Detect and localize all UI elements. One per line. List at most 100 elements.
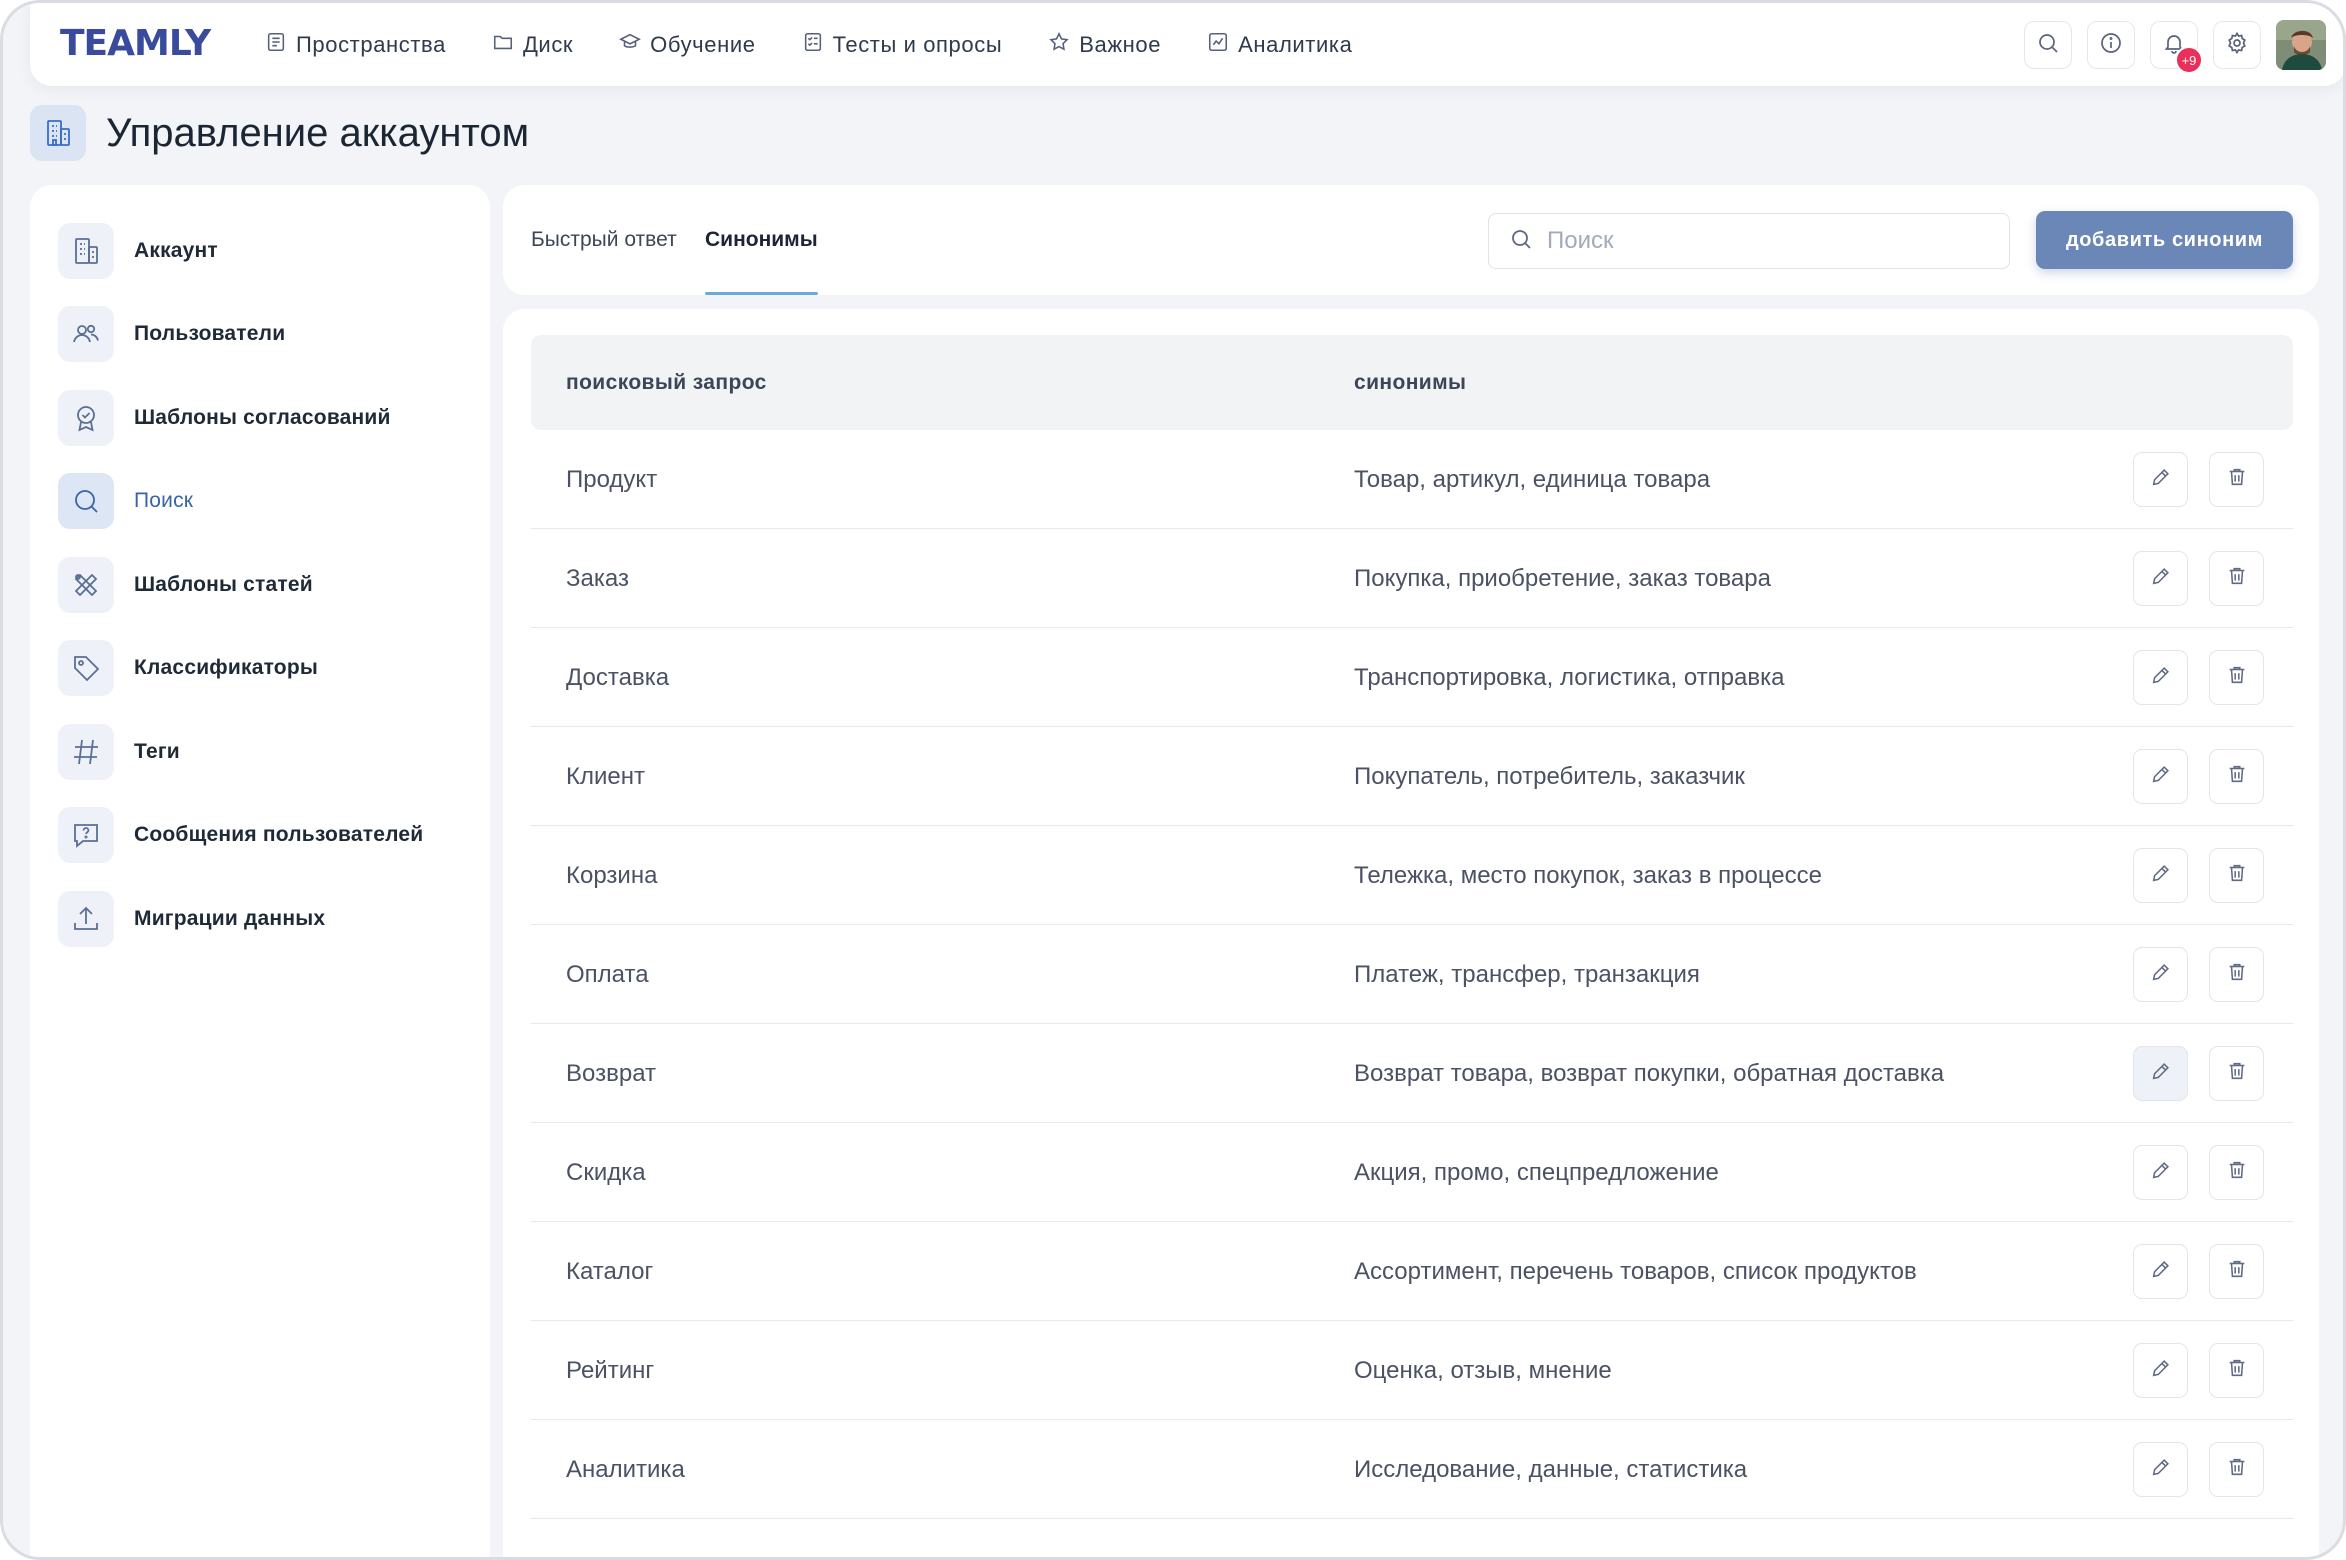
nav-item-disk[interactable]: Диск (492, 31, 573, 59)
search-icon (1509, 227, 1547, 256)
delete-button[interactable] (2209, 1442, 2264, 1497)
search-input[interactable] (1547, 227, 1967, 255)
tab-quick-answer[interactable]: Быстрый ответ (531, 185, 677, 295)
table-row[interactable]: Рейтинг Оценка, отзыв, мнение (531, 1321, 2293, 1420)
folder-icon (492, 31, 514, 59)
page-header: Управление аккаунтом (30, 105, 529, 161)
user-avatar[interactable] (2276, 20, 2326, 70)
synonyms-cell: Ассортимент, перечень товаров, список пр… (1354, 1257, 1917, 1285)
search-query-cell: Клиент (566, 762, 645, 790)
edit-button[interactable] (2133, 650, 2188, 705)
sidebar-item-users[interactable]: Пользователи (30, 293, 490, 377)
column-header-synonyms[interactable]: синонимы (1354, 335, 1466, 430)
sidebar-item-data-migrations[interactable]: Миграции данных (30, 877, 490, 961)
synonyms-cell: Исследование, данные, статистика (1354, 1455, 1748, 1483)
notifications-badge: +9 (2175, 46, 2203, 74)
trash-icon (2226, 1060, 2248, 1087)
nav-item-label: Обучение (650, 31, 756, 57)
search-query-cell: Заказ (566, 564, 629, 592)
pencil-icon (2150, 1159, 2172, 1186)
app-window: TEAMLY Пространства Диск Обучение Тесты … (0, 0, 2346, 1560)
edit-button[interactable] (2133, 848, 2188, 903)
notifications-button[interactable]: +9 (2150, 21, 2203, 74)
pencil-icon (2150, 1357, 2172, 1384)
synonyms-table-panel: поисковый запрос синонимы Продукт Товар, … (503, 309, 2319, 1557)
search-field[interactable] (1488, 213, 2010, 269)
sidebar-item-approval-templates[interactable]: Шаблоны согласований (30, 376, 490, 460)
table-row[interactable]: Корзина Тележка, место покупок, заказ в п… (531, 826, 2293, 925)
delete-button[interactable] (2209, 1145, 2264, 1200)
sidebar-item-article-templates[interactable]: Шаблоны статей (30, 543, 490, 627)
teamly-logo[interactable]: TEAMLY (60, 23, 211, 64)
sidebar-item-account[interactable]: Аккаунт (30, 209, 490, 293)
sidebar-item-label: Теги (134, 739, 180, 763)
edit-button[interactable] (2133, 551, 2188, 606)
nav-item-learning[interactable]: Обучение (619, 31, 755, 59)
info-button[interactable] (2087, 21, 2135, 69)
delete-button[interactable] (2209, 749, 2264, 804)
table-row[interactable]: Заказ Покупка, приобретение, заказ товара (531, 529, 2293, 628)
sidebar-item-search[interactable]: Поиск (30, 460, 490, 544)
settings-button[interactable] (2213, 21, 2261, 69)
delete-button[interactable] (2209, 650, 2264, 705)
synonyms-cell: Покупатель, потребитель, заказчик (1354, 762, 1745, 790)
graduation-cap-icon (619, 31, 642, 59)
sidebar-item-classifiers[interactable]: Классификаторы (30, 627, 490, 711)
delete-button[interactable] (2209, 551, 2264, 606)
edit-button[interactable] (2133, 749, 2188, 804)
delete-button[interactable] (2209, 947, 2264, 1002)
edit-button[interactable] (2133, 1442, 2188, 1497)
hashtag-icon (58, 723, 114, 780)
search-query-cell: Оплата (566, 960, 649, 988)
synonyms-cell: Возврат товара, возврат покупки, обратна… (1354, 1059, 1945, 1087)
column-header-query[interactable]: поисковый запрос (566, 335, 767, 430)
edit-button[interactable] (2133, 1244, 2188, 1299)
search-icon (2036, 31, 2060, 60)
delete-button[interactable] (2209, 1343, 2264, 1398)
table-row[interactable]: Каталог Ассортимент, перечень товаров, сп… (531, 1222, 2293, 1321)
edit-button[interactable] (2133, 1343, 2188, 1398)
nav-item-analytics[interactable]: Аналитика (1207, 31, 1352, 59)
table-row[interactable]: Клиент Покупатель, потребитель, заказчик (531, 727, 2293, 826)
sidebar-item-user-messages[interactable]: Сообщения пользователей (30, 794, 490, 878)
top-navigation: TEAMLY Пространства Диск Обучение Тесты … (30, 3, 2343, 86)
delete-button[interactable] (2209, 452, 2264, 507)
synonyms-cell: Платеж, трансфер, транзакция (1354, 960, 1700, 988)
search-query-cell: Скидка (566, 1158, 646, 1186)
synonyms-cell: Товар, артикул, единица товара (1354, 465, 1711, 493)
table-row[interactable]: Возврат Возврат товара, возврат покупки, … (531, 1024, 2293, 1123)
trash-icon (2226, 1159, 2248, 1186)
search-icon (58, 473, 114, 530)
nav-item-spaces[interactable]: Пространства (265, 31, 446, 59)
pencil-icon (2150, 763, 2172, 790)
delete-button[interactable] (2209, 1244, 2264, 1299)
trash-icon (2226, 565, 2248, 592)
nav-item-important[interactable]: Важное (1048, 31, 1161, 59)
edit-button[interactable] (2133, 947, 2188, 1002)
building-icon (30, 105, 86, 161)
add-synonym-button[interactable]: добавить синоним (2036, 211, 2293, 269)
trash-icon (2226, 961, 2248, 988)
search-query-cell: Возврат (566, 1059, 656, 1087)
table-body: Продукт Товар, артикул, единица товара Зак… (531, 430, 2293, 1519)
tab-synonyms[interactable]: Синонимы (705, 185, 818, 295)
edit-button[interactable] (2133, 1145, 2188, 1200)
delete-button[interactable] (2209, 1046, 2264, 1101)
synonyms-cell: Транспортировка, логистика, отправка (1354, 663, 1785, 691)
table-row[interactable]: Доставка Транспортировка, логистика, отпр… (531, 628, 2293, 727)
edit-button[interactable] (2133, 452, 2188, 507)
main-menu: Пространства Диск Обучение Тесты и опрос… (265, 3, 1352, 86)
upload-icon (58, 890, 114, 947)
delete-button[interactable] (2209, 848, 2264, 903)
edit-button[interactable] (2133, 1046, 2188, 1101)
pencil-icon (2150, 1456, 2172, 1483)
search-query-cell: Аналитика (566, 1455, 685, 1483)
users-icon (58, 306, 114, 363)
table-row[interactable]: Аналитика Исследование, данные, статистик… (531, 1420, 2293, 1519)
global-search-button[interactable] (2024, 21, 2072, 69)
table-row[interactable]: Скидка Акция, промо, спецпредложение (531, 1123, 2293, 1222)
nav-item-tests[interactable]: Тесты и опросы (802, 31, 1003, 59)
sidebar-item-tags[interactable]: Теги (30, 710, 490, 794)
table-row[interactable]: Продукт Товар, артикул, единица товара (531, 430, 2293, 529)
table-row[interactable]: Оплата Платеж, трансфер, транзакция (531, 925, 2293, 1024)
